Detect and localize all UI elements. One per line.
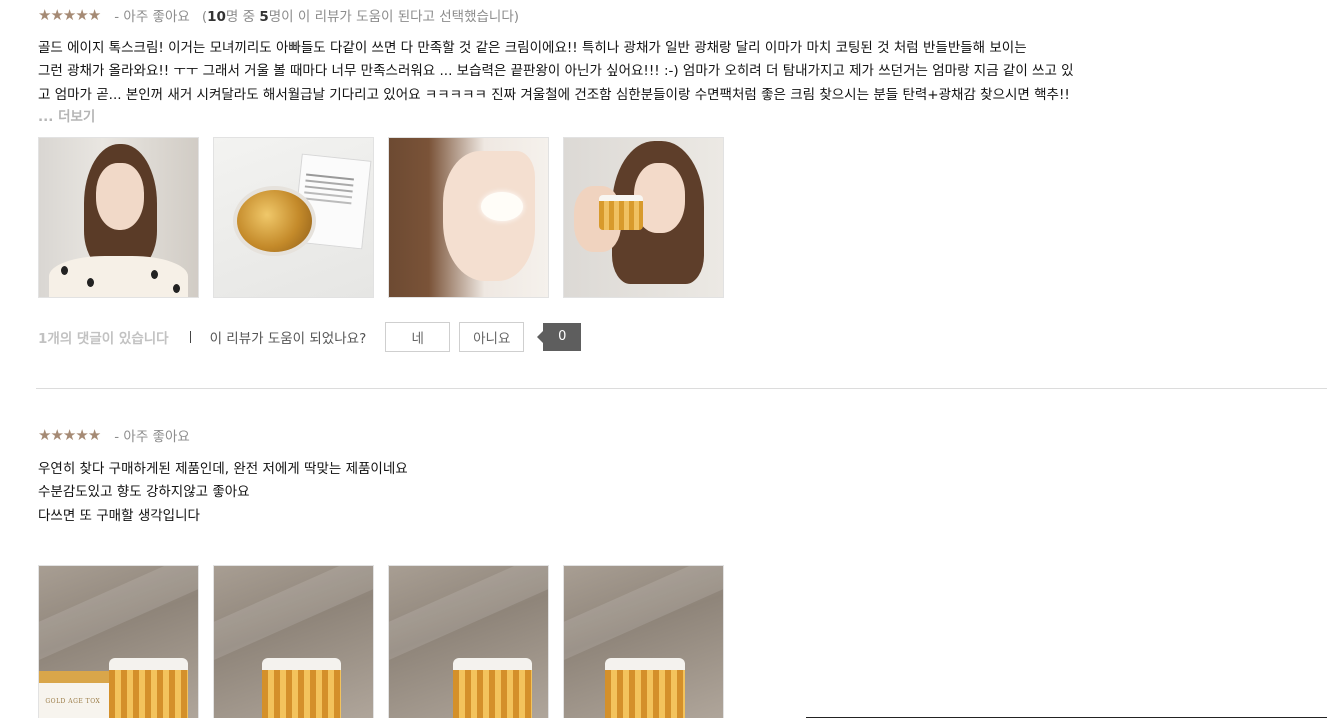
star-icon: ★ — [50, 5, 63, 24]
star-icon: ★ — [38, 425, 51, 444]
review-photo[interactable]: GOLD AGE TOX — [38, 564, 199, 718]
review-line: 그런 광채가 올라와요!! ㅜㅜ 그래서 거울 볼 때마다 너무 만족스러워요 … — [38, 63, 1074, 80]
star-icon: ★ — [50, 425, 63, 444]
review-line: 골드 에이지 톡스크림! 이거는 모녀끼리도 아빠들도 다같이 쓰면 다 만족할… — [38, 40, 1027, 56]
review-line: 다쓰면 또 구매할 생각입니다 — [38, 507, 200, 524]
review-item: ★ ★ ★ ★ ★ - 아주 좋아요 우연히 찾다 구매하게된 제품인데, 완전… — [38, 420, 1327, 718]
review-photo[interactable] — [213, 564, 374, 718]
review-photos — [38, 136, 1327, 298]
rating-line: ★ ★ ★ ★ ★ - 아주 좋아요 — [38, 420, 1327, 450]
star-rating: ★ ★ ★ ★ ★ — [38, 5, 101, 24]
product-box-text: GOLD AGE TOX — [45, 697, 101, 705]
review-line: 우연히 찾다 구매하게된 제품인데, 완전 저에게 딱맞는 제품이네요 — [38, 461, 408, 477]
review-photo[interactable] — [563, 136, 724, 298]
review-divider — [36, 388, 1327, 389]
helpful-summary: (10명 중 5명이 이 리뷰가 도움이 된다고 선택했습니다) — [202, 5, 519, 25]
review-photos: GOLD AGE TOX — [38, 564, 1327, 718]
star-rating: ★ ★ ★ ★ ★ — [38, 425, 101, 444]
review-body: 골드 에이지 톡스크림! 이거는 모녀끼리도 아빠들도 다같이 쓰면 다 만족할… — [38, 37, 1327, 107]
divider — [189, 330, 191, 343]
star-icon: ★ — [87, 5, 101, 24]
star-icon: ★ — [75, 425, 88, 444]
review-photo[interactable] — [563, 564, 724, 718]
helpful-yes-button[interactable]: 네 — [385, 321, 451, 352]
star-icon: ★ — [62, 5, 76, 24]
helpful-question: 이 리뷰가 도움이 되었나요? — [209, 330, 367, 347]
summary-helpful: 5 — [259, 9, 269, 25]
star-icon: ★ — [62, 425, 76, 444]
comment-count-link[interactable]: 1개의 댓글이 있습니다 — [38, 327, 169, 347]
rating-line: ★ ★ ★ ★ ★ - 아주 좋아요 (10명 중 5명이 이 리뷰가 도움이 … — [38, 0, 1327, 30]
review-line: 고 엄마가 곧... 본인꺼 새거 시켜달라도 해서월급날 기다리고 있어요 ㅋ… — [38, 86, 1070, 103]
read-more-link[interactable]: ... 더보기 — [38, 105, 1327, 127]
review-body: 우연히 찾다 구매하게된 제품인데, 완전 저에게 딱맞는 제품이네요 수분감도… — [38, 458, 1327, 528]
summary-suffix: 명이 이 리뷰가 도움이 된다고 선택했습니다) — [268, 9, 520, 25]
rating-label: - 아주 좋아요 — [114, 429, 190, 445]
summary-total: 10 — [207, 9, 226, 25]
review-actions: 1개의 댓글이 있습니다 이 리뷰가 도움이 되었나요? 네 아니요 0 — [38, 321, 1327, 352]
review-photo[interactable] — [388, 564, 549, 718]
review-photo[interactable] — [213, 136, 374, 298]
star-icon: ★ — [87, 425, 101, 444]
review-photo[interactable] — [388, 136, 549, 298]
review-item: ★ ★ ★ ★ ★ - 아주 좋아요 (10명 중 5명이 이 리뷰가 도움이 … — [38, 0, 1327, 352]
review-photo[interactable] — [38, 136, 199, 298]
star-icon: ★ — [38, 5, 51, 24]
helpful-no-button[interactable]: 아니요 — [459, 321, 525, 352]
rating-label: - 아주 좋아요 — [114, 9, 190, 25]
helpful-count-badge: 0 — [537, 322, 582, 351]
star-icon: ★ — [75, 5, 88, 24]
review-line: 수분감도있고 향도 강하지않고 좋아요 — [38, 484, 250, 501]
summary-mid: 명 중 — [225, 9, 260, 25]
